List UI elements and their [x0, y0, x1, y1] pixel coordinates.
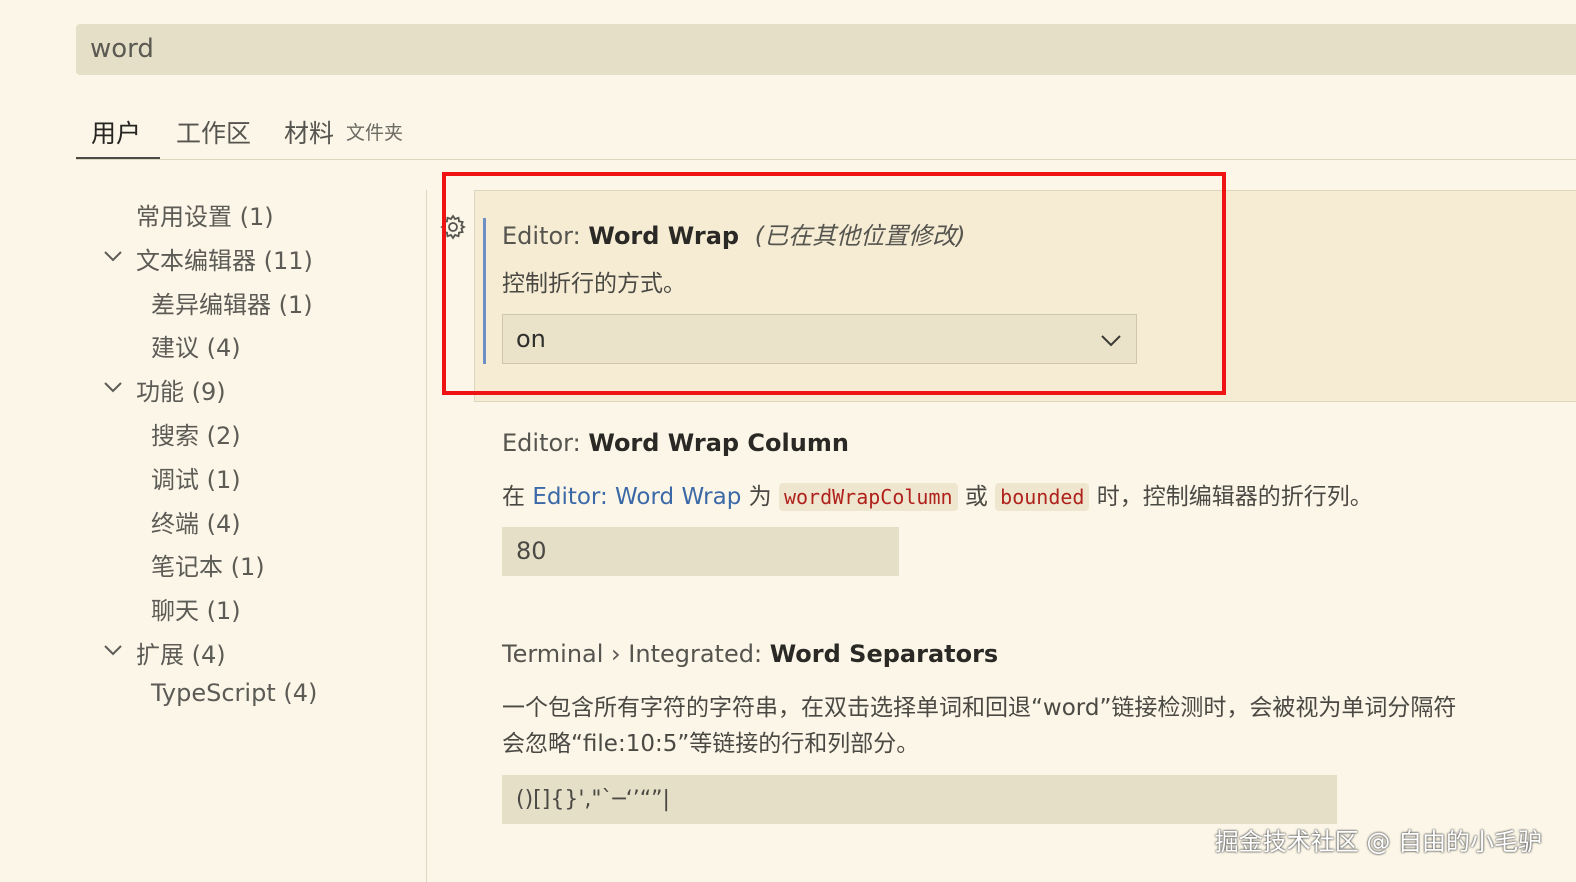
word-separators-input[interactable]: ()[]{}',"`─‘’“”| [502, 775, 1337, 824]
code-inline: bounded [995, 483, 1090, 511]
toc-item-notebook[interactable]: 笔记本 (1) [151, 547, 265, 582]
toc-item-suggestions[interactable]: 建议 (4) [151, 328, 241, 363]
settings-search-input[interactable]: word [76, 24, 1576, 75]
setting-title: Editor: Word Wrap Column [502, 429, 849, 457]
tab-folder-sublabel: 文件夹 [346, 122, 404, 144]
tab-user[interactable]: 用户 [91, 114, 141, 150]
code-inline: wordWrapColumn [778, 483, 958, 511]
toc-item-terminal[interactable]: 终端 (4) [151, 504, 241, 539]
setting-link[interactable]: Editor: Word Wrap [532, 484, 741, 510]
setting-description-line1: 一个包含所有字符的字符串，在双击选择单词和回退“word”链接检测时，会被视为单… [502, 695, 1457, 721]
tab-workspace[interactable]: 工作区 [176, 114, 251, 150]
setting-description-line2: 会忽略“file:10:5”等链接的行和列部分。 [502, 731, 920, 757]
desc-text: 为 [741, 484, 779, 510]
toc-item-common[interactable]: 常用设置 (1) [136, 197, 274, 232]
toc-item-diff-editor[interactable]: 差异编辑器 (1) [151, 285, 313, 320]
toc-item-features[interactable]: 功能 (9) [136, 372, 226, 407]
word-wrap-column-input[interactable]: 80 [502, 527, 899, 576]
tab-folder[interactable]: 材料 [284, 114, 334, 150]
setting-category: Terminal › Integrated: [502, 640, 770, 668]
annotation-highlight-box [442, 172, 1226, 395]
toc-item-extensions[interactable]: 扩展 (4) [136, 635, 226, 670]
desc-text: 时，控制编辑器的折行列。 [1089, 484, 1373, 510]
chevron-down-icon[interactable] [103, 377, 123, 397]
toc-item-chat[interactable]: 聊天 (1) [151, 591, 241, 626]
toc-item-debug[interactable]: 调试 (1) [151, 460, 241, 495]
toc-item-text-editor[interactable]: 文本编辑器 (11) [136, 241, 313, 276]
setting-title: Terminal › Integrated: Word Separators [502, 640, 998, 668]
settings-scope-tabs: 用户 工作区 材料 文件夹 [76, 104, 1576, 160]
setting-category: Editor: [502, 429, 589, 457]
toc-item-typescript[interactable]: TypeScript (4) [151, 679, 317, 707]
desc-text: 在 [502, 484, 533, 510]
setting-description: 在 Editor: Word Wrap 为 wordWrapColumn 或 b… [502, 477, 1373, 511]
sidebar-divider [426, 190, 427, 882]
tabs-divider [76, 159, 1576, 160]
chevron-down-icon[interactable] [103, 246, 123, 266]
toc-item-search[interactable]: 搜索 (2) [151, 416, 241, 451]
desc-text: 或 [957, 484, 996, 510]
setting-name: Word Separators [769, 640, 999, 668]
watermark: 掘金技术社区 @ 自由的小毛驴 [1214, 828, 1542, 856]
chevron-down-icon[interactable] [103, 640, 123, 660]
setting-name: Word Wrap Column [588, 429, 849, 457]
